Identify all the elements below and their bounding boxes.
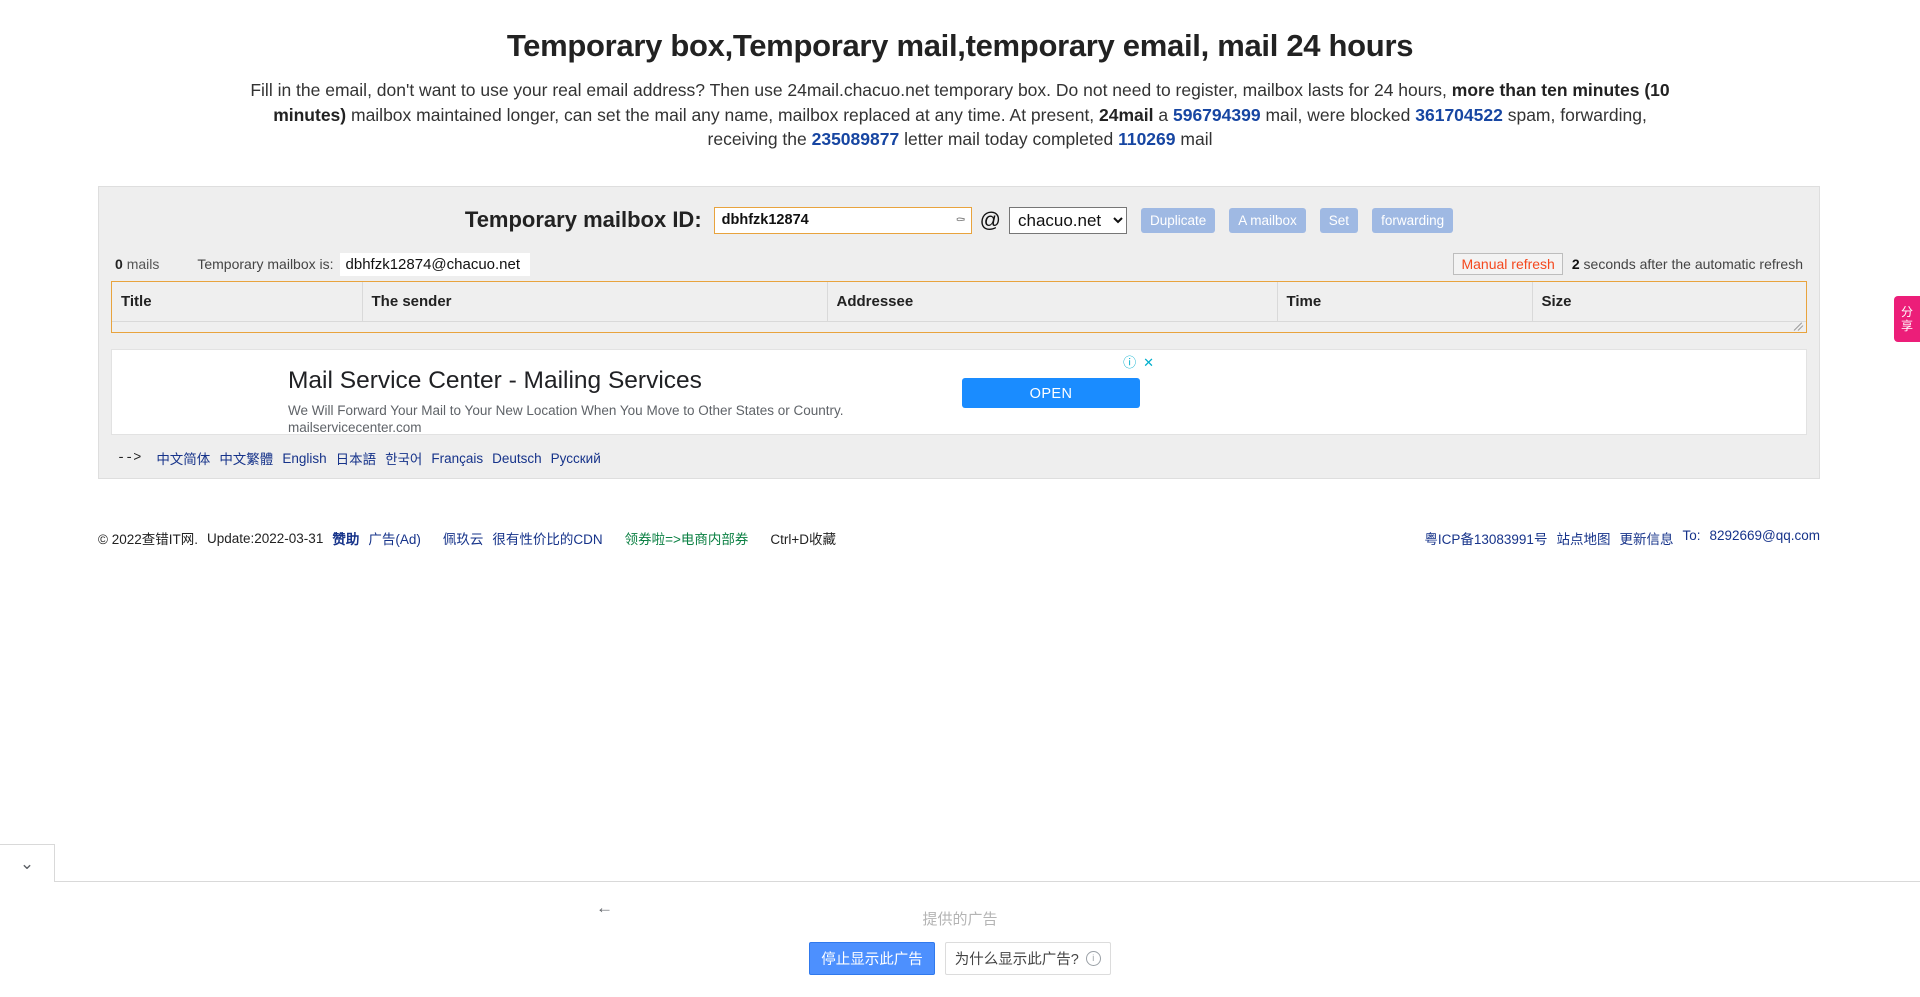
ad-open-button[interactable]: OPEN [962,378,1140,408]
footer-to-label: To: [1682,528,1701,543]
language-arrow: --> [117,450,142,466]
mail-table: Title The sender Addressee Time Size [112,282,1806,322]
set-button[interactable]: Set [1319,207,1359,233]
column-header-size[interactable]: Size [1532,282,1806,322]
page-title: Temporary box,Temporary mail,temporary e… [506,28,1414,63]
language-link-english[interactable]: English [282,451,326,466]
footer-copyright: © 2022查错IT网. [98,532,198,547]
advertisement-inner: Mail Service Center - Mailing Services W… [242,350,1164,436]
intro-bold-2: 24mail [1099,104,1154,125]
refresh-note-text: seconds after the automatic refresh [1583,256,1803,272]
mail-count-number: 0 [115,256,123,272]
mail-count-word: mails [126,256,160,272]
language-link-korean[interactable]: 한국어 [385,448,422,468]
mailbox-id-input[interactable] [713,206,972,234]
language-link-french[interactable]: Français [431,451,483,466]
mailbox-id-label: Temporary mailbox ID: [464,207,702,232]
close-icon[interactable]: ✕ [1143,356,1154,369]
language-switcher: --> 中文简体 中文繁體 English 日本語 한국어 Français D… [111,448,1807,468]
footer-ad-link[interactable]: 广告(Ad) [368,528,421,548]
bottom-ad-controls: 停止显示此广告 为什么显示此广告? i [0,942,1920,975]
intro-part-1: Fill in the email, don't want to use you… [250,80,1452,100]
mailbox-panel: Temporary mailbox ID: ⚰ @ chacuo.net Dup… [98,186,1820,479]
page-footer: © 2022查错IT网. Update:2022-03-31 赞助 广告(Ad)… [98,528,1820,548]
footer-sitemap-link[interactable]: 站点地图 [1556,528,1610,548]
language-link-zh-hant[interactable]: 中文繁體 [219,448,273,468]
a-mailbox-button[interactable]: A mailbox [1229,207,1306,233]
mail-table-wrapper: Title The sender Addressee Time Size [111,281,1807,333]
footer-coupon-link[interactable]: 领券啦=>电商内部券 [625,528,749,548]
temp-mailbox-label: Temporary mailbox is: [197,256,334,272]
footer-update-info-link[interactable]: 更新信息 [1619,528,1673,548]
intro-part-7: mail [1175,129,1213,149]
mail-table-header-row: Title The sender Addressee Time Size [112,282,1806,322]
footer-left: © 2022查错IT网. Update:2022-03-31 赞助 广告(Ad)… [98,528,836,548]
intro-paragraph: Fill in the email, don't want to use you… [245,78,1675,152]
footer-icp-link[interactable]: 粤ICP备13083991号 [1424,528,1547,548]
provided-ad-label: 提供的广告 [922,911,998,928]
mailbox-id-row: Temporary mailbox ID: ⚰ @ chacuo.net Dup… [111,201,1807,239]
ad-title[interactable]: Mail Service Center - Mailing Services [288,367,702,395]
share-tab[interactable]: 分享 [1894,296,1920,342]
domain-select[interactable]: chacuo.net [1008,206,1127,234]
footer-sponsor-link[interactable]: 赞助 [332,528,359,548]
column-header-sender[interactable]: The sender [362,282,828,322]
intro-part-3: a [1153,104,1173,125]
why-this-ad-button[interactable]: 为什么显示此广告? i [944,942,1111,975]
footer-contact-email[interactable]: 8292669@qq.com [1709,528,1820,548]
auto-refresh-note: 2 seconds after the automatic refresh [1572,256,1803,272]
ad-description-text: We Will Forward Your Mail to Your New Lo… [288,403,844,418]
mailbox-id-input-wrapper: ⚰ [713,206,972,234]
duplicate-button[interactable]: Duplicate [1140,207,1216,233]
at-symbol: @ [979,208,1001,232]
language-link-zh-hans[interactable]: 中文简体 [156,448,210,468]
intro-stat-today: 110269 [1118,129,1176,149]
intro-part-6: letter mail today completed [899,129,1119,149]
ad-url[interactable]: mailservicecenter.com [288,420,422,435]
status-row: 0 mails Temporary mailbox is: dbhfzk1287… [111,252,1807,276]
intro-part-2: mailbox maintained longer, can set the m… [346,104,1100,125]
bottom-ad-bar: ⌄ ← 提供的广告 停止显示此广告 为什么显示此广告? i [0,844,1920,997]
temp-mailbox-address[interactable]: dbhfzk12874@chacuo.net [339,252,531,276]
forwarding-button[interactable]: forwarding [1372,207,1454,233]
column-header-time[interactable]: Time [1277,282,1533,322]
chevron-down-icon[interactable]: ⌄ [0,844,55,882]
intro-stat-total-mail: 596794399 [1172,104,1261,125]
refresh-seconds: 2 [1571,256,1580,272]
stop-showing-ad-button[interactable]: 停止显示此广告 [809,942,935,975]
intro-stat-blocked-spam: 361704522 [1415,104,1503,125]
info-icon: i [1085,951,1101,966]
language-link-japanese[interactable]: 日本語 [336,448,377,468]
language-link-german[interactable]: Deutsch [492,451,542,466]
why-this-ad-label: 为什么显示此广告? [954,952,1079,968]
ad-description: We Will Forward Your Mail to Your New Lo… [288,402,844,436]
intro-part-4: mail, were blocked [1260,104,1416,125]
manual-refresh-button[interactable]: Manual refresh [1453,253,1563,275]
refresh-controls: Manual refresh 2 seconds after the autom… [1453,253,1803,275]
footer-right: 粤ICP备13083991号 站点地图 更新信息 To: 8292669@qq.… [1424,528,1820,548]
ad-controls: ⓘ ✕ [1123,356,1154,369]
resize-grip-icon[interactable] [1793,320,1805,331]
footer-bookmark-hint: Ctrl+D收藏 [770,532,837,547]
footer-update-date: Update:2022-03-31 [206,530,324,546]
language-link-russian[interactable]: Русский [551,451,601,466]
info-icon[interactable]: ⓘ [1123,356,1136,369]
column-header-title[interactable]: Title [112,282,363,322]
mail-count: 0 mails [115,256,159,272]
intro-stat-received: 235089877 [811,129,900,149]
footer-cdn-link[interactable]: 很有性价比的CDN [492,528,602,548]
advertisement-block: Mail Service Center - Mailing Services W… [111,349,1807,435]
footer-peijiu-link[interactable]: 佩玖云 [443,528,484,548]
column-header-addressee[interactable]: Addressee [827,282,1278,322]
